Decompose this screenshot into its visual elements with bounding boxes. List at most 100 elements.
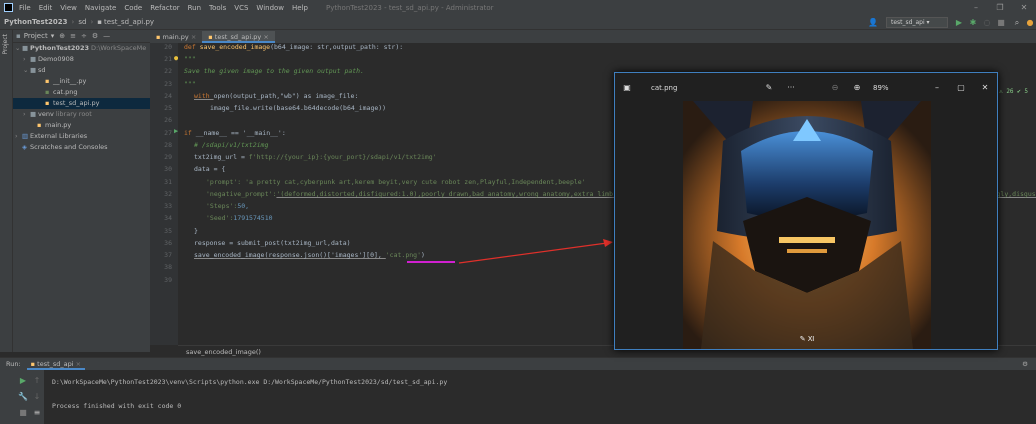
tree-item-scratches[interactable]: ◈ Scratches and Consoles [13,142,150,153]
zoom-level: 89% [873,84,889,92]
code-line: } [194,227,198,235]
gear-icon[interactable]: ⚙ [92,32,98,40]
breadcrumb-project[interactable]: PythonTest2023 [4,18,68,26]
chevron-right-icon[interactable]: › [23,54,30,65]
menu-file[interactable]: File [19,4,31,12]
menu-bar: File Edit View Navigate Code Refactor Ru… [0,0,1036,15]
tree-item-label: External Libraries [30,132,88,140]
window-title: PythonTest2023 - test_sd_api.py - Admini… [326,3,494,12]
rerun-icon[interactable]: ▶ [18,376,28,386]
soft-wrap-icon[interactable]: ≡ [32,408,42,418]
inspection-widget[interactable]: ⚠ 26 ✔ 5 [999,88,1028,95]
menu-help[interactable]: Help [292,4,308,12]
tree-item-external-libraries[interactable]: › ▥ External Libraries [13,131,150,142]
line-number: 30 [164,165,172,173]
close-tab-icon[interactable]: × [191,33,196,41]
tree-item-path: D:\WorkSpaceMe [91,44,147,52]
close-icon[interactable]: ✕ [979,83,991,92]
code-line: """ [184,55,196,63]
run-config-select[interactable]: test_sd_api ▾ [886,17,948,28]
folder-icon: ■ [22,44,29,52]
python-file-icon: ▪ [97,18,103,26]
zoom-in-icon[interactable]: ⊕ [851,83,863,92]
tree-item-cat-png[interactable]: ▪ cat.png [13,87,150,98]
debug-icon[interactable]: ✱ [968,17,978,28]
tree-item-sd[interactable]: ⌄ ■ sd [13,65,150,76]
tree-item-project-root[interactable]: ⌄ ■ PythonTest2023 D:\WorkSpaceMe [13,43,150,54]
gear-icon[interactable]: ⚙ [1022,360,1028,368]
code-keyword: if [184,129,196,137]
minimize-icon[interactable]: – [964,0,988,15]
chevron-down-icon[interactable]: ▾ [51,32,55,40]
tree-item-main-py[interactable]: ▪ main.py [13,120,150,131]
zoom-out-icon[interactable]: ⊖ [829,83,841,92]
code-number: 50, [237,202,250,210]
menu-refactor[interactable]: Refactor [150,4,179,12]
code-text: (b64_image: str,output_path: str): [270,43,404,51]
hide-icon[interactable]: — [103,32,110,40]
line-number: 38 [164,263,172,271]
navigation-bar: PythonTest2023 › sd › ▪ test_sd_api.py 👤… [0,15,1036,30]
menu-run[interactable]: Run [188,4,201,12]
close-tab-icon[interactable]: × [263,33,268,41]
tree-item-test-sd-api[interactable]: ▪ test_sd_api.py [13,98,150,109]
update-icon[interactable]: ● [1025,17,1035,28]
stop-icon[interactable]: ■ [18,408,28,418]
menu-vcs[interactable]: VCS [234,4,248,12]
menu-tools[interactable]: Tools [209,4,226,12]
code-line: image_file.write(base64.b64decode(b64_im… [210,104,387,112]
tree-item-venv[interactable]: › ■ venv library root [13,109,150,120]
restore-icon[interactable]: ❐ [988,0,1012,15]
stop-icon[interactable]: ■ [996,17,1006,28]
python-file-icon: ▪ [30,360,36,368]
user-icon[interactable]: 👤 [868,17,878,28]
code-string: f'http://{your_ip}:{your_port}/sdapi/v1/… [248,153,437,161]
minimize-icon[interactable]: – [931,83,943,92]
expand-icon[interactable]: ÷ [81,32,87,40]
breadcrumb-file[interactable]: test_sd_api.py [104,18,154,26]
collapse-all-icon[interactable]: ≡ [70,32,76,40]
tree-item-label: PythonTest2023 [30,44,89,52]
menu-navigate[interactable]: Navigate [85,4,116,12]
project-view-select[interactable]: Project [24,32,48,40]
line-number: 32 [164,190,172,198]
chevron-down-icon[interactable]: ⌄ [15,43,22,54]
tree-item-init-py[interactable]: ▪ __init__.py [13,76,150,87]
tool-window-strip: Project [0,30,13,352]
tree-item-demo0908[interactable]: › ■ Demo0908 [13,54,150,65]
scroll-down-icon[interactable]: ↓ [32,392,42,402]
tab-label: main.py [162,33,189,41]
more-icon[interactable]: ··· [785,83,797,92]
menu-edit[interactable]: Edit [39,4,53,12]
breadcrumb-folder[interactable]: sd [78,18,86,26]
app-logo-icon [4,3,13,12]
scratches-icon: ◈ [22,143,27,151]
menu-code[interactable]: Code [124,4,142,12]
line-number: 23 [164,80,172,88]
locate-icon[interactable]: ⊕ [59,32,65,40]
project-tool-button[interactable]: Project [2,34,9,55]
code-string: 'Seed': [206,214,234,222]
wrench-icon[interactable]: 🔧 [18,392,28,402]
edit-image-icon[interactable]: ✎ [763,83,775,92]
code-line: response = submit_post(txt2img_url,data) [194,239,351,247]
search-icon[interactable]: ⌕ [1012,17,1022,28]
chevron-down-icon[interactable]: ⌄ [23,65,30,76]
run-icon[interactable]: ▶ [954,17,964,28]
maximize-icon[interactable]: ▢ [955,83,967,92]
scroll-up-icon[interactable]: ↑ [32,376,42,386]
coverage-icon[interactable]: ◌ [982,17,992,28]
menu-view[interactable]: View [60,4,77,12]
chevron-right-icon[interactable]: › [23,109,30,120]
run-config-label: test_sd_api [891,19,925,26]
code-line: with open(output_path,"wb") as image_fil… [194,92,358,100]
tab-test-sd-api[interactable]: ▪ test_sd_api.py × [202,31,275,43]
run-tab[interactable]: ▪ test_sd_api × [26,358,86,370]
menu-window[interactable]: Window [256,4,284,12]
line-number: 26 [164,116,172,124]
close-icon[interactable]: ✕ [1012,0,1036,15]
tab-main-py[interactable]: ▪ main.py × [150,31,202,43]
tree-item-label: test_sd_api.py [53,99,100,107]
close-tab-icon[interactable]: × [76,360,81,368]
chevron-right-icon[interactable]: › [15,131,22,142]
